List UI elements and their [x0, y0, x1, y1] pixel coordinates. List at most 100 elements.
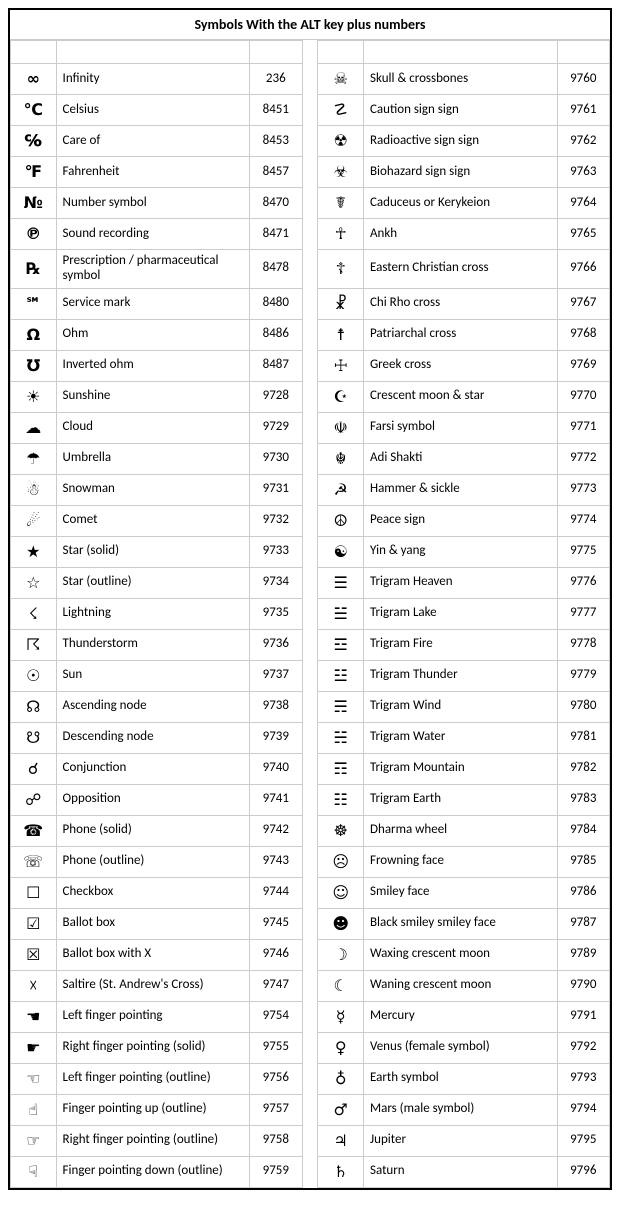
symbol-name: Star (solid) [56, 536, 250, 567]
symbol-glyph: ℗ [11, 219, 57, 250]
symbol-name: Opposition [56, 784, 250, 815]
symbol-code: 8480 [250, 288, 302, 319]
symbol-glyph: ☇ [11, 598, 57, 629]
symbol-glyph: ℉ [11, 157, 57, 188]
column-gap [302, 288, 318, 319]
symbol-name: Inverted ohm [56, 350, 250, 381]
symbol-glyph: ☸ [318, 815, 364, 846]
symbol-code: 9737 [250, 660, 302, 691]
symbol-name: Comet [56, 505, 250, 536]
symbol-code: 9729 [250, 412, 302, 443]
column-gap [302, 505, 318, 536]
symbol-glyph: ☾ [318, 970, 364, 1001]
symbol-glyph: ♄ [318, 1156, 364, 1187]
symbols-table: ∞Infinity236☠Skull & crossbones9760℃Cels… [10, 40, 610, 1188]
symbol-code: 9739 [250, 722, 302, 753]
table-row: ★Star (solid)9733☯Yin & yang9775 [11, 536, 610, 567]
table-row: ☍Opposition9741☷Trigram Earth9783 [11, 784, 610, 815]
symbol-name: Finger pointing down (outline) [56, 1156, 250, 1187]
symbol-code: 9793 [557, 1063, 609, 1094]
symbol-code: 9769 [557, 350, 609, 381]
symbol-name: Hammer & sickle [363, 474, 557, 505]
symbol-glyph: ☈ [11, 629, 57, 660]
symbol-code: 9791 [557, 1001, 609, 1032]
symbol-name: Fahrenheit [56, 157, 250, 188]
table-row: ☎Phone (solid)9742☸Dharma wheel9784 [11, 815, 610, 846]
symbol-glyph: ☳ [318, 660, 364, 691]
table-row: №Number symbol8470☤Caduceus or Kerykeion… [11, 188, 610, 219]
symbol-code: 9742 [250, 815, 302, 846]
table-row: ☏Phone (outline)9743☹Frowning face9785 [11, 846, 610, 877]
symbol-name: Cloud [56, 412, 250, 443]
symbol-glyph: ☥ [318, 219, 364, 250]
column-gap [302, 1094, 318, 1125]
table-row: ☚Left finger pointing9754☿Mercury9791 [11, 1001, 610, 1032]
symbol-name: Biohazard sign sign [363, 157, 557, 188]
symbol-glyph: ☧ [318, 288, 364, 319]
symbol-glyph: ☰ [318, 567, 364, 598]
symbol-glyph: ☨ [318, 319, 364, 350]
table-row: ☜Left finger pointing (outline)9756♁Eart… [11, 1063, 610, 1094]
symbol-glyph: № [11, 188, 57, 219]
symbol-glyph: ☛ [11, 1032, 57, 1063]
symbol-code: 9767 [557, 288, 609, 319]
symbol-glyph: ☑ [11, 908, 57, 939]
symbol-name: Care of [56, 126, 250, 157]
symbol-glyph: ☜ [11, 1063, 57, 1094]
table-row: ☞Right finger pointing (outline)9758♃Jup… [11, 1125, 610, 1156]
symbol-code: 9762 [557, 126, 609, 157]
symbol-glyph: ♂ [318, 1094, 364, 1125]
table-row: ☀Sunshine9728☪Crescent moon & star9770 [11, 381, 610, 412]
symbol-name: Service mark [56, 288, 250, 319]
symbol-name: Trigram Mountain [363, 753, 557, 784]
column-gap [302, 877, 318, 908]
column-gap [302, 722, 318, 753]
column-gap [302, 126, 318, 157]
symbol-code: 9776 [557, 567, 609, 598]
symbol-code: 9790 [557, 970, 609, 1001]
table-row: ☑Ballot box9745☻Black smiley smiley face… [11, 908, 610, 939]
symbol-name: Trigram Heaven [363, 567, 557, 598]
column-gap [302, 536, 318, 567]
column-gap [302, 908, 318, 939]
symbol-glyph: ☢ [318, 126, 364, 157]
symbol-code: 9763 [557, 157, 609, 188]
symbol-glyph: ☊ [11, 691, 57, 722]
symbol-glyph: ☹ [318, 846, 364, 877]
symbol-name: Snowman [56, 474, 250, 505]
symbol-code: 9773 [557, 474, 609, 505]
symbol-name: Number symbol [56, 188, 250, 219]
symbol-code: 9731 [250, 474, 302, 505]
symbol-code: 9771 [557, 412, 609, 443]
symbol-name: Mars (male symbol) [363, 1094, 557, 1125]
symbol-glyph: ☏ [11, 846, 57, 877]
symbol-code: 9784 [557, 815, 609, 846]
symbol-code: 9732 [250, 505, 302, 536]
symbol-name: Phone (outline) [56, 846, 250, 877]
symbol-glyph: ☫ [318, 412, 364, 443]
column-gap [302, 188, 318, 219]
symbol-code: 9777 [557, 598, 609, 629]
symbol-name: Adi Shakti [363, 443, 557, 474]
symbol-glyph: ♁ [318, 1063, 364, 1094]
column-gap [302, 381, 318, 412]
table-row: ℗Sound recording8471☥Ankh9765 [11, 219, 610, 250]
symbol-glyph: ☽ [318, 939, 364, 970]
symbol-code: 9772 [557, 443, 609, 474]
column-gap [302, 1032, 318, 1063]
symbol-name: Caution sign sign [363, 95, 557, 126]
column-gap [302, 1156, 318, 1187]
symbol-name: Star (outline) [56, 567, 250, 598]
symbol-glyph: ☤ [318, 188, 364, 219]
symbol-name: Ankh [363, 219, 557, 250]
symbol-code: 9756 [250, 1063, 302, 1094]
column-gap [302, 443, 318, 474]
table-row: ☛Right finger pointing (solid)9755♀Venus… [11, 1032, 610, 1063]
symbol-glyph: ♀ [318, 1032, 364, 1063]
symbol-code: 8471 [250, 219, 302, 250]
symbol-code: 9759 [250, 1156, 302, 1187]
symbol-glyph: ☌ [11, 753, 57, 784]
symbol-name: Trigram Water [363, 722, 557, 753]
symbol-name: Waning crescent moon [363, 970, 557, 1001]
symbol-name: Left finger pointing [56, 1001, 250, 1032]
